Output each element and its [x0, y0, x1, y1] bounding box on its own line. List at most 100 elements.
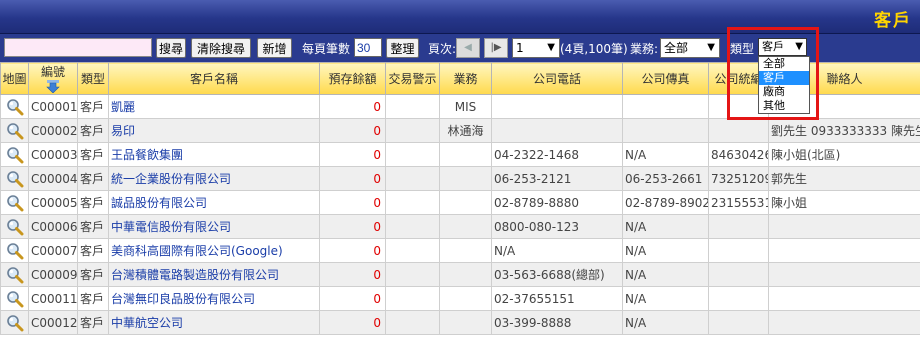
cell-map[interactable]: [0, 286, 29, 311]
cell-name[interactable]: 統一企業股份有限公司: [108, 166, 320, 191]
cell-id: C00012: [28, 310, 78, 335]
column-header: 公司傳真: [641, 72, 690, 86]
cell-taxid: 73251209: [708, 166, 769, 191]
type-select-box[interactable]: 客戶 ▼: [758, 38, 807, 56]
cell-name[interactable]: 誠品股份有限公司: [108, 190, 320, 215]
cell-taxid: [708, 214, 769, 239]
cell-phone: [491, 94, 623, 119]
magnifier-icon[interactable]: [6, 218, 24, 236]
per-page-input[interactable]: [354, 38, 382, 57]
magnifier-icon[interactable]: [6, 122, 24, 140]
next-page-icon[interactable]: |▶: [484, 38, 508, 58]
cell-type: 客戶: [77, 310, 109, 335]
magnifier-icon[interactable]: [6, 146, 24, 164]
cell-id: C00007: [28, 238, 78, 263]
cell-balance: 0: [319, 262, 386, 287]
cell-sales: [439, 310, 492, 335]
table-row[interactable]: C00012 客戶 中華航空公司 0 03-399-8888 N/A: [0, 310, 920, 335]
cell-name[interactable]: 台灣無印良品股份有限公司: [108, 286, 320, 311]
cell-map[interactable]: [0, 166, 29, 191]
cell-name[interactable]: 中華電信股份有限公司: [108, 214, 320, 239]
table-row[interactable]: C00009 客戶 台灣積體電路製造股份有限公司 0 03-563-6688(總部) N/…: [0, 262, 920, 287]
cell-type: 客戶: [77, 262, 109, 287]
cell-name[interactable]: 中華航空公司: [108, 310, 320, 335]
column-header: 業務: [453, 72, 478, 86]
col-type: 類型: [77, 62, 109, 95]
type-option[interactable]: 客戶: [759, 71, 809, 85]
cell-fax: N/A: [622, 214, 709, 239]
cell-map[interactable]: [0, 238, 29, 263]
table-body: C00001 客戶 凱麗 0 MIS C00002 客戶 易印 0 林通海 劉先生 09333333…: [0, 94, 920, 335]
cell-contact: [768, 286, 920, 311]
table-row[interactable]: C00006 客戶 中華電信股份有限公司 0 0800-080-123 N/A: [0, 214, 920, 239]
search-button[interactable]: 搜尋: [156, 38, 186, 58]
table-row[interactable]: C00004 客戶 統一企業股份有限公司 0 06-253-2121 06-253-266…: [0, 166, 920, 191]
cell-sales: [439, 142, 492, 167]
clear-search-button[interactable]: 清除搜尋: [191, 38, 251, 58]
column-header: 公司電話: [532, 72, 581, 86]
page-select[interactable]: 1 ▼: [512, 38, 560, 58]
cell-map[interactable]: [0, 262, 29, 287]
col-sales[interactable]: 業務: [439, 62, 492, 95]
page-info: (4頁,100筆): [560, 42, 628, 56]
arrange-button[interactable]: 整理: [386, 38, 419, 58]
cell-map[interactable]: [0, 310, 29, 335]
cell-contact: 陳小姐(北區): [768, 142, 920, 167]
table-row[interactable]: C00005 客戶 誠品股份有限公司 0 02-8789-8880 02-8789-890…: [0, 190, 920, 215]
cell-name[interactable]: 易印: [108, 118, 320, 143]
search-input[interactable]: [4, 38, 152, 57]
magnifier-icon[interactable]: [6, 314, 24, 332]
cell-name[interactable]: 凱麗: [108, 94, 320, 119]
cell-map[interactable]: [0, 190, 29, 215]
cell-balance: 0: [319, 286, 386, 311]
column-header: 編號: [40, 64, 65, 79]
chevron-down-icon: ▼: [547, 42, 555, 53]
cell-type: 客戶: [77, 214, 109, 239]
col-name[interactable]: 客戶名稱: [108, 62, 320, 95]
cell-sales: [439, 166, 492, 191]
cell-phone: 04-2322-1468: [491, 142, 623, 167]
type-select[interactable]: 客戶 ▼ 全部 客戶 廠商 其他: [758, 38, 810, 114]
column-header: 交易警示: [388, 72, 437, 86]
magnifier-icon[interactable]: [6, 242, 24, 260]
col-alert[interactable]: 交易警示: [385, 62, 440, 95]
cell-sales: [439, 286, 492, 311]
prev-page-icon[interactable]: ◀: [456, 38, 480, 58]
cell-alert: [385, 166, 440, 191]
col-phone[interactable]: 公司電話: [491, 62, 623, 95]
cell-name[interactable]: 美商科高國際有限公司(Google): [108, 238, 320, 263]
cell-id: C00005: [28, 190, 78, 215]
table-row[interactable]: C00011 客戶 台灣無印良品股份有限公司 0 02-37655151 N/A: [0, 286, 920, 311]
cell-balance: 0: [319, 142, 386, 167]
cell-contact: 陳小姐: [768, 190, 920, 215]
type-option[interactable]: 廠商: [759, 85, 809, 99]
table-row[interactable]: C00003 客戶 王品餐飲集團 0 04-2322-1468 N/A 84630426 陳小…: [0, 142, 920, 167]
cell-name[interactable]: 王品餐飲集團: [108, 142, 320, 167]
cell-map[interactable]: [0, 214, 29, 239]
cell-map[interactable]: [0, 142, 29, 167]
magnifier-icon[interactable]: [6, 98, 24, 116]
add-button[interactable]: 新增: [257, 38, 292, 58]
magnifier-icon[interactable]: [6, 170, 24, 188]
business-label: 業務:: [630, 42, 659, 56]
type-option[interactable]: 其他: [759, 99, 809, 113]
cell-sales: [439, 190, 492, 215]
table-row[interactable]: C00002 客戶 易印 0 林通海 劉先生 0933333333 陳先生: [0, 118, 920, 143]
table-row[interactable]: C00007 客戶 美商科高國際有限公司(Google) 0 N/A N/A: [0, 238, 920, 263]
magnifier-icon[interactable]: [6, 290, 24, 308]
type-option[interactable]: 全部: [759, 57, 809, 71]
cell-id: C00011: [28, 286, 78, 311]
cell-name[interactable]: 台灣積體電路製造股份有限公司: [108, 262, 320, 287]
col-fax[interactable]: 公司傳真: [622, 62, 709, 95]
col-id[interactable]: 編號: [28, 62, 78, 95]
magnifier-icon[interactable]: [6, 194, 24, 212]
chevron-down-icon: ▼: [795, 41, 803, 52]
cell-contact: 郭先生: [768, 166, 920, 191]
cell-phone: 06-253-2121: [491, 166, 623, 191]
cell-type: 客戶: [77, 142, 109, 167]
col-balance[interactable]: 預存餘額: [319, 62, 386, 95]
cell-map[interactable]: [0, 118, 29, 143]
magnifier-icon[interactable]: [6, 266, 24, 284]
business-select[interactable]: 全部 ▼: [660, 38, 720, 58]
cell-map[interactable]: [0, 94, 29, 119]
